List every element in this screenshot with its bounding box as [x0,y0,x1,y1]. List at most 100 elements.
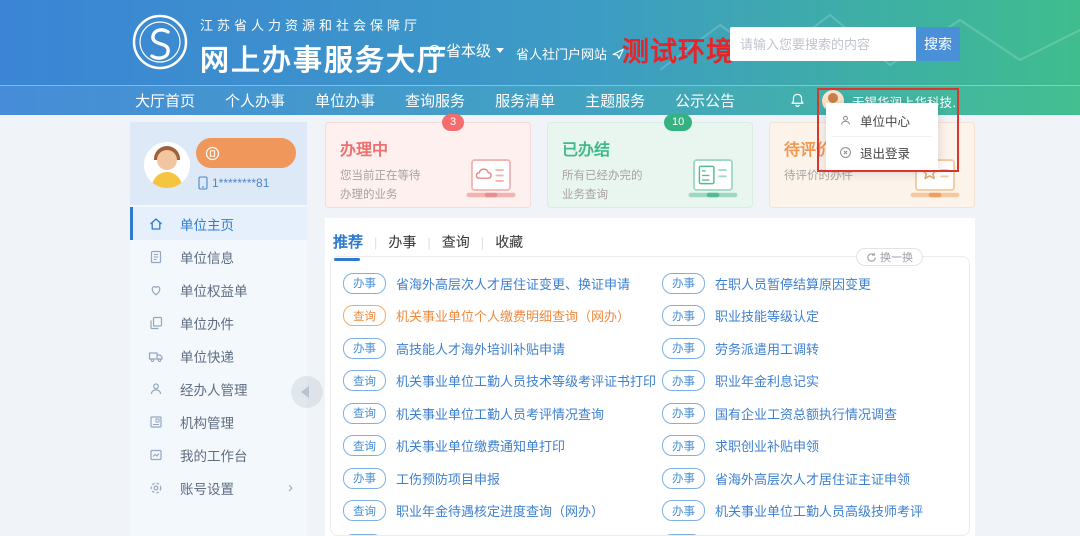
service-row[interactable]: 办事职业年金利息记实 [650,365,969,398]
logout-icon [839,146,852,159]
service-tag: 办事 [343,273,386,294]
sidebar-item-unit-home[interactable]: 单位主页 [130,207,307,240]
nav-item-unit[interactable]: 单位办事 [315,90,375,111]
service-label: 职业技能等级认定 [715,306,819,325]
in-progress-count-badge: 3 [442,114,464,131]
document-icon [148,249,164,265]
refresh-icon [866,252,877,263]
service-row[interactable]: 办事机关事业单位工勤人员高级技师考评 [650,495,969,528]
service-label: 国有企业工资总额执行情况调查 [715,404,897,423]
service-row[interactable]: 办事省海外高层次人才居住证变更、换证申请 [331,267,650,300]
person-icon [148,381,164,397]
services-panel: 推荐 | 办事 | 查询 | 收藏 换一换 办事省海外高层次人才居住证变更、换证… [325,218,975,536]
portal-link-label: 省人社门户网站 [516,44,607,63]
service-label: 高技能人才海外培训补贴申请 [396,339,565,358]
sidebar-item-unit-rights[interactable]: 单位权益单 [130,273,307,306]
completed-count-badge: 10 [664,114,692,131]
sidebar-item-my-workbench[interactable]: 我的工作台 [130,438,307,471]
service-column-left: 办事省海外高层次人才居住证变更、换证申请 查询机关事业单位个人缴费明细查询（网办… [331,267,650,535]
portal-website-link[interactable]: 省人社门户网站 [516,44,625,63]
nav-item-personal[interactable]: 个人办事 [225,90,285,111]
notification-bell-icon[interactable] [789,92,806,110]
service-tag: 查询 [343,305,386,326]
service-tag: 办事 [343,338,386,359]
service-label: 机关事业单位缴费通知单打印 [396,436,565,455]
chevron-right-icon: › [288,479,293,496]
service-row[interactable]: 办事求职创业补贴申领 [650,430,969,463]
service-list: 办事省海外高层次人才居住证变更、换证申请 查询机关事业单位个人缴费明细查询（网办… [330,256,970,536]
service-tag: 办事 [343,468,386,489]
nav-items: 大厅首页 个人办事 单位办事 查询服务 服务清单 主题服务 公示公告 [0,90,735,111]
sidebar-item-org-management[interactable]: 机构管理 [130,405,307,438]
service-label: 求职创业补贴申领 [715,436,819,455]
nav-item-query[interactable]: 查询服务 [405,90,465,111]
service-row[interactable]: 查询机关事业单位工勤人员考评情况查询 [331,397,650,430]
service-row[interactable]: 办事劳务派遣用工调转 [650,332,969,365]
nav-item-notices[interactable]: 公示公告 [675,90,735,111]
sidebar-item-label: 我的工作台 [180,445,248,465]
dropdown-item-unit-center[interactable]: 单位中心 [826,105,938,136]
service-row[interactable]: 办事高技能人才海外培训补贴申请 [331,332,650,365]
service-row[interactable]: 查询机关事业单位工勤人员技术等级考评证书打印 [331,365,650,398]
sidebar-collapse-handle[interactable] [291,376,323,408]
org-name: 江苏省人力资源和社会保障厅 [200,15,448,34]
nav-item-hall-home[interactable]: 大厅首页 [135,90,195,111]
service-row[interactable]: 查询机关事业单位缴费通知单打印 [331,430,650,463]
service-tag: 办事 [662,273,705,294]
header-titles: 江苏省人力资源和社会保障厅 网上办事服务大厅 [200,15,448,79]
service-label: 职业年金待遇核定进度查询（网办） [396,501,604,520]
dropdown-item-label: 单位中心 [860,111,910,130]
person-icon [839,114,852,127]
service-row[interactable]: 办事省海外高层次人才居住证主证申领 [650,462,969,495]
service-label: 省海外高层次人才居住证变更、换证申请 [396,274,630,293]
nav-item-theme[interactable]: 主题服务 [585,90,645,111]
unit-icon [205,146,220,161]
service-label: 在职人员暂停结算原因变更 [715,274,871,293]
service-label: 工伤预防项目申报 [396,469,500,488]
service-label: 机关事业单位工勤人员技术等级考评证书打印 [396,371,656,390]
unit-name-badge [196,138,296,168]
service-row[interactable]: 办事国有企业工资总额执行情况调查 [650,397,969,430]
service-label: 机关事业单位工勤人员考评情况查询 [396,404,604,423]
sidebar-item-label: 单位权益单 [180,280,248,300]
region-selector[interactable]: 省本级 [428,40,504,61]
sidebar-item-unit-info[interactable]: 单位信息 [130,240,307,273]
sidebar-user-card: 1********81 [130,122,307,205]
sidebar-item-unit-express[interactable]: 单位快递 [130,339,307,372]
service-tag: 办事 [662,305,705,326]
sidebar-item-label: 单位信息 [180,247,234,267]
card-completed[interactable]: 10 已办结 所有已经办完的 业务查询 [547,122,753,208]
sidebar-item-unit-cases[interactable]: 单位办件 [130,306,307,339]
service-label: 机关事业单位工勤人员高级技师考评 [715,501,923,520]
sidebar-avatar [144,142,190,188]
user-phone: 1********81 [198,176,269,190]
service-row[interactable]: 查询职业年金待遇核定进度查询（网办） [331,495,650,528]
service-row[interactable]: 办事职业技能等级认定 [650,300,969,333]
service-row[interactable]: 办事在职人员暂停结算原因变更 [650,267,969,300]
card-in-progress[interactable]: 3 办理中 您当前正在等待 办理的业务 [325,122,531,208]
service-tag: 办事 [662,500,705,521]
sidebar-item-label: 单位办件 [180,313,234,333]
sidebar-item-agent-management[interactable]: 经办人管理 [130,372,307,405]
service-tag: 查询 [343,403,386,424]
sidebar-menu: 单位主页 单位信息 单位权益单 单位办件 单位快递 经办人管理 [130,205,307,504]
page-title: 网上办事服务大厅 [200,37,448,79]
service-tag: 办事 [662,338,705,359]
refresh-button[interactable]: 换一换 [856,248,923,266]
search-input[interactable] [730,27,916,61]
sidebar-item-label: 账号设置 [180,478,234,498]
search-bar: 搜索 [730,27,960,61]
service-tag: 查询 [343,500,386,521]
service-label: 劳务派遣用工调转 [715,339,819,358]
org-logo-icon [132,14,188,70]
service-row[interactable]: 办事工伤预防项目申报 [331,462,650,495]
dropdown-item-logout[interactable]: 退出登录 [826,137,938,168]
search-button[interactable]: 搜索 [916,27,960,61]
service-row-highlighted[interactable]: 查询机关事业单位个人缴费明细查询（网办） [331,300,650,333]
nav-item-service-list[interactable]: 服务清单 [495,90,555,111]
sidebar-item-account-settings[interactable]: 账号设置 › [130,471,307,504]
phone-icon [198,176,208,190]
refresh-label: 换一换 [880,249,913,265]
service-tag: 办事 [662,370,705,391]
tab-separator: | [427,235,430,250]
